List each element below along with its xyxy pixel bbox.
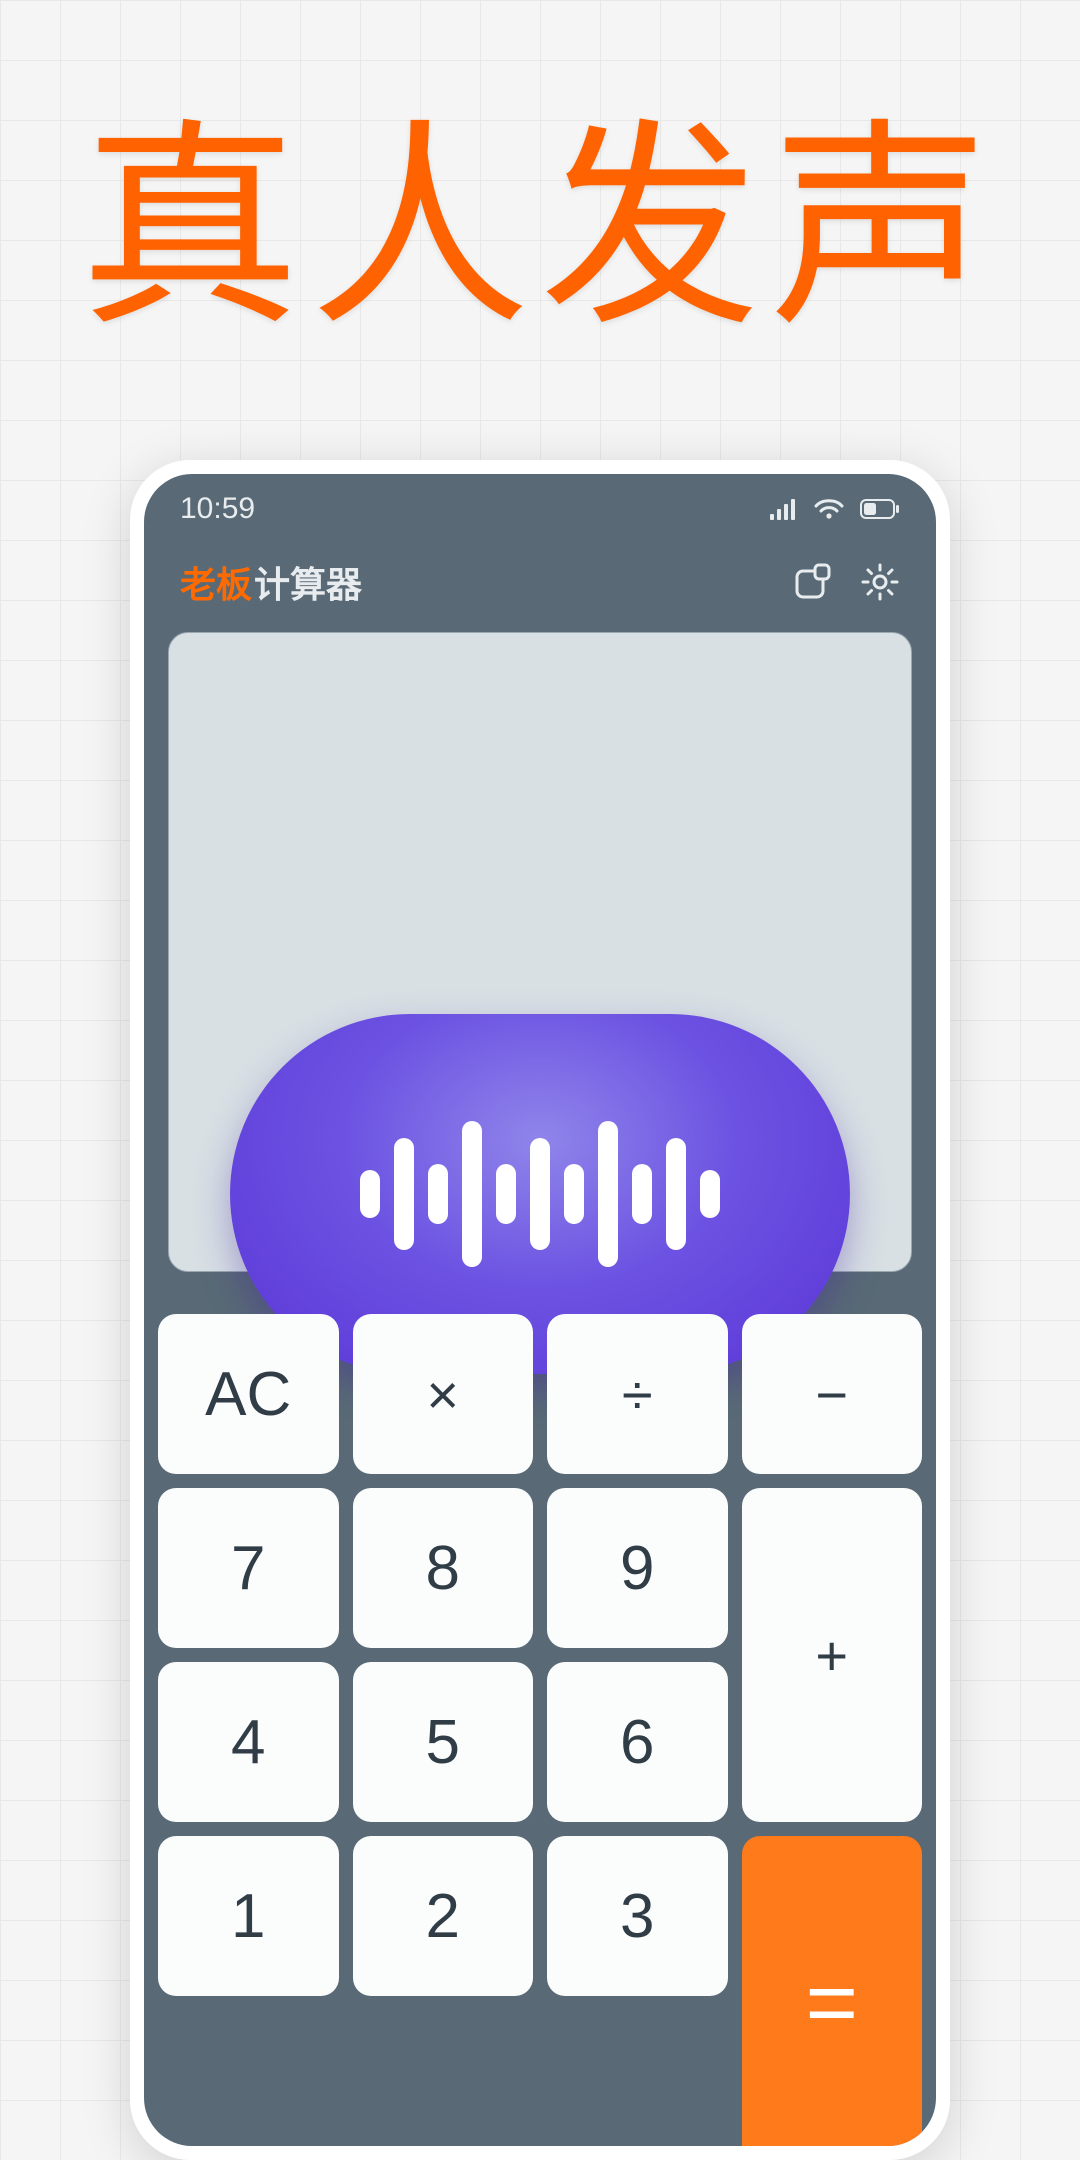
gear-icon[interactable]: [860, 562, 900, 602]
status-bar: 10:59: [144, 474, 936, 536]
key-5[interactable]: 5: [353, 1662, 534, 1822]
key-1[interactable]: 1: [158, 1836, 339, 1996]
promo-headline: 真人发声: [0, 50, 1080, 368]
key-plus[interactable]: +: [742, 1488, 923, 1822]
wifi-icon: [814, 498, 844, 520]
signal-icon: [770, 498, 798, 520]
key-minus[interactable]: −: [742, 1314, 923, 1474]
app-header: 老板 计算器: [144, 536, 936, 632]
key-8[interactable]: 8: [353, 1488, 534, 1648]
key-7[interactable]: 7: [158, 1488, 339, 1648]
app-title-accent: 老板: [180, 556, 252, 608]
keypad: AC × ÷ − 7 8 9 + 4 5 6 1 2 3 =: [158, 1314, 922, 2146]
app-title-rest: 计算器: [254, 556, 362, 608]
key-4[interactable]: 4: [158, 1662, 339, 1822]
status-icons: [770, 498, 900, 520]
key-multiply[interactable]: ×: [353, 1314, 534, 1474]
sound-wave-icon: [360, 1121, 720, 1267]
key-2[interactable]: 2: [353, 1836, 534, 1996]
key-9[interactable]: 9: [547, 1488, 728, 1648]
key-6[interactable]: 6: [547, 1662, 728, 1822]
phone-screen: 10:59 老板 计算器: [144, 474, 936, 2146]
phone-frame: 10:59 老板 计算器: [130, 460, 950, 2160]
app-title: 老板 计算器: [180, 556, 362, 608]
key-3[interactable]: 3: [547, 1836, 728, 1996]
battery-icon: [860, 499, 900, 519]
status-time: 10:59: [180, 492, 255, 526]
key-equals[interactable]: =: [742, 1836, 923, 2146]
key-divide[interactable]: ÷: [547, 1314, 728, 1474]
window-icon[interactable]: [792, 562, 832, 602]
key-ac[interactable]: AC: [158, 1314, 339, 1474]
